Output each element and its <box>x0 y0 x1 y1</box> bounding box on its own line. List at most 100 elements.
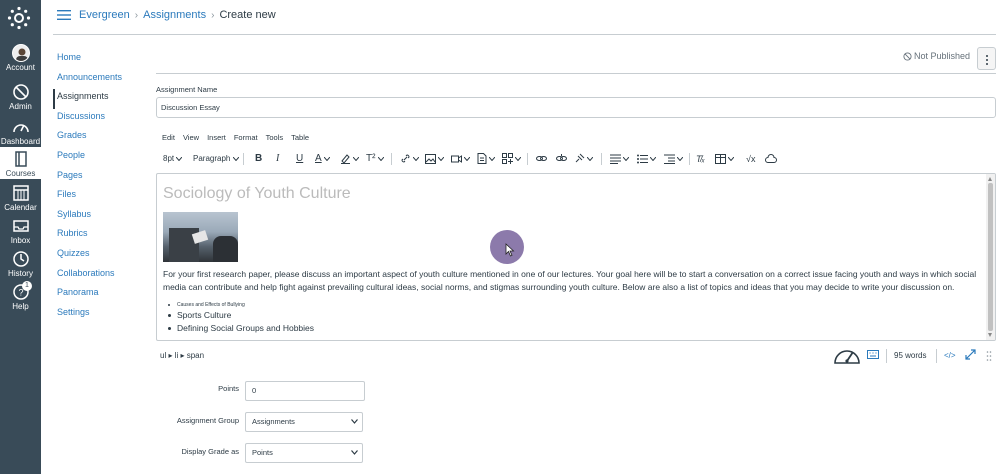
course-nav-files[interactable]: Files <box>53 187 143 207</box>
global-nav-help[interactable]: ? 1 Help <box>0 281 41 313</box>
font-size-dropdown[interactable]: 8pt <box>163 151 183 167</box>
course-nav-quizzes[interactable]: Quizzes <box>53 246 143 266</box>
chevron-down-icon <box>727 156 735 162</box>
global-nav: Account Admin Dashboard Courses Calendar… <box>0 0 41 474</box>
text-color-button[interactable]: A <box>315 151 331 167</box>
breadcrumb-course-link[interactable]: Evergreen <box>79 9 130 21</box>
list-item: Defining Social Groups and Hobbies <box>165 322 314 335</box>
assignment-group-value: Assignments <box>252 417 295 426</box>
unlink-button[interactable] <box>556 151 567 167</box>
menu-view[interactable]: View <box>183 133 199 142</box>
kebab-dot <box>986 55 988 57</box>
italic-button[interactable]: I <box>276 151 279 167</box>
embedded-image[interactable] <box>163 212 238 262</box>
resize-handle[interactable] <box>986 350 992 372</box>
hamburger-menu-icon[interactable] <box>57 10 71 20</box>
table-button[interactable] <box>715 151 735 167</box>
canvas-logo-icon[interactable] <box>7 6 31 30</box>
content-paragraph: For your first research paper, please di… <box>163 269 977 292</box>
drag-handle-icon <box>986 351 992 361</box>
document-icon <box>477 153 487 165</box>
scroll-up-arrow-icon[interactable] <box>988 177 992 181</box>
embed-link-button[interactable] <box>536 151 547 167</box>
course-nav-pages[interactable]: Pages <box>53 168 143 188</box>
apps-button[interactable] <box>502 151 522 167</box>
course-nav-discussions[interactable]: Discussions <box>53 109 143 129</box>
align-button[interactable] <box>610 151 630 167</box>
unlink-icon <box>556 154 567 162</box>
underline-button[interactable]: U <box>296 151 303 167</box>
accessibility-checker-button[interactable] <box>832 345 862 367</box>
image-button[interactable] <box>425 151 445 167</box>
chevron-down-icon <box>437 156 445 162</box>
menu-edit[interactable]: Edit <box>162 133 175 142</box>
display-grade-label: Display Grade as <box>181 447 239 456</box>
indent-button[interactable] <box>664 151 684 167</box>
book-icon <box>14 151 27 167</box>
rich-content-editor[interactable]: Sociology of Youth Culture For your firs… <box>156 173 996 341</box>
highlight-color-button[interactable] <box>340 151 360 167</box>
chevron-down-icon <box>175 156 183 162</box>
keyboard-shortcuts-button[interactable] <box>867 349 879 371</box>
chevron-down-icon <box>232 156 239 162</box>
more-options-button[interactable] <box>977 47 996 70</box>
course-nav-rubrics[interactable]: Rubrics <box>53 226 143 246</box>
page-header: Evergreen › Assignments › Create new <box>41 0 1008 35</box>
clear-formatting-button[interactable]: T̸ₓ <box>696 151 705 167</box>
global-nav-history[interactable]: History <box>0 250 41 280</box>
course-nav-assignments[interactable]: Assignments <box>53 89 143 109</box>
course-nav-syllabus[interactable]: Syllabus <box>53 207 143 227</box>
not-published-icon <box>903 52 912 61</box>
course-nav-home[interactable]: Home <box>53 50 143 70</box>
bullet-list-button[interactable] <box>637 151 657 167</box>
course-nav-settings[interactable]: Settings <box>53 305 143 325</box>
display-grade-select[interactable]: Points <box>245 443 363 463</box>
html-editor-toggle[interactable]: </> <box>944 351 956 373</box>
plug-icon <box>575 154 585 163</box>
menu-insert[interactable]: Insert <box>207 133 226 142</box>
points-label: Points <box>218 384 239 393</box>
image-tree-shape <box>213 236 238 262</box>
fullscreen-button[interactable] <box>965 349 976 371</box>
editor-scrollbar[interactable] <box>986 174 995 340</box>
global-nav-admin[interactable]: Admin <box>0 83 41 113</box>
clock-icon <box>12 251 29 267</box>
kebab-dot <box>986 59 988 61</box>
indent-icon <box>664 154 675 164</box>
rce-plugin-button[interactable] <box>574 151 594 167</box>
course-nav-grades[interactable]: Grades <box>53 128 143 148</box>
course-nav-announcements[interactable]: Announcements <box>53 70 143 90</box>
course-nav-panorama[interactable]: Panorama <box>53 285 143 305</box>
element-path[interactable]: ul ▸ li ▸ span <box>160 351 204 360</box>
document-button[interactable] <box>477 151 496 167</box>
global-nav-account[interactable]: Account <box>0 44 41 77</box>
scroll-thumb[interactable] <box>988 183 993 331</box>
bold-button[interactable]: B <box>255 151 262 167</box>
breadcrumb-assignments-link[interactable]: Assignments <box>143 9 206 21</box>
menu-tools[interactable]: Tools <box>266 133 284 142</box>
menu-table[interactable]: Table <box>291 133 309 142</box>
assignment-group-select[interactable]: Assignments <box>245 412 363 432</box>
assignment-name-input[interactable] <box>156 97 996 118</box>
editor-menubar: Edit View Insert Format Tools Table <box>162 133 317 142</box>
link-button[interactable] <box>400 151 420 167</box>
global-nav-label: Admin <box>9 102 32 111</box>
media-button[interactable] <box>451 151 471 167</box>
points-input[interactable]: 0 <box>245 381 365 401</box>
course-nav-people[interactable]: People <box>53 148 143 168</box>
global-nav-courses[interactable]: Courses <box>0 147 41 179</box>
course-nav-collaborations[interactable]: Collaborations <box>53 266 143 286</box>
equation-button[interactable]: √x <box>746 151 755 167</box>
cloud-upload-button[interactable] <box>765 151 777 167</box>
global-nav-calendar[interactable]: Calendar <box>0 184 41 214</box>
superscript-button[interactable]: T² <box>366 151 385 167</box>
global-nav-label: History <box>8 269 33 278</box>
word-count: 95 words <box>894 351 927 360</box>
avatar <box>11 44 30 62</box>
scroll-down-arrow-icon[interactable] <box>988 333 992 337</box>
global-nav-dashboard[interactable]: Dashboard <box>0 118 41 148</box>
block-format-dropdown[interactable]: Paragraph <box>193 151 239 167</box>
font-size-value: 8pt <box>163 154 175 163</box>
global-nav-inbox[interactable]: Inbox <box>0 217 41 247</box>
menu-format[interactable]: Format <box>234 133 258 142</box>
